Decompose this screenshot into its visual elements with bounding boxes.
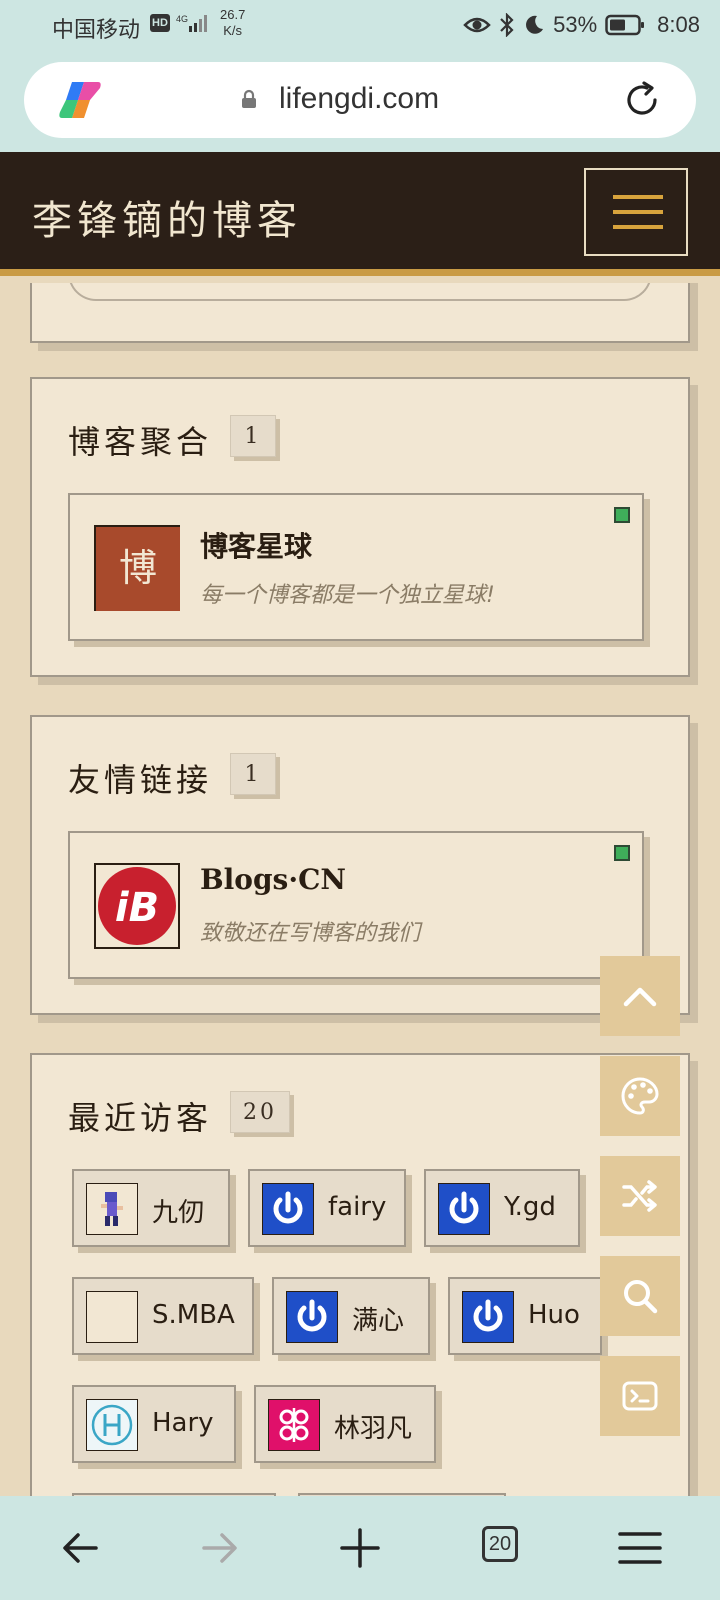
visitor-avatar — [286, 1291, 338, 1343]
random-button[interactable] — [600, 1156, 680, 1236]
count-badge: 1 — [230, 753, 276, 795]
address-bar[interactable]: lifengdi.com — [24, 62, 696, 138]
carrier-name: 中国移动 — [52, 17, 141, 42]
visitor-avatar — [262, 1183, 314, 1235]
moon-icon — [526, 15, 544, 34]
site-title[interactable]: 李锋镝的博客 — [32, 188, 302, 246]
shuffle-icon — [622, 1180, 657, 1212]
count-badge: 20 — [230, 1091, 290, 1133]
browser-toolbar: lifengdi.com — [0, 50, 720, 152]
forward-arrow-icon[interactable] — [192, 1520, 248, 1576]
visitor-item[interactable]: 九仞 — [72, 1169, 230, 1247]
previous-card-input — [68, 283, 652, 301]
terminal-button[interactable] — [600, 1356, 680, 1436]
power-icon — [449, 1191, 479, 1224]
search-icon — [624, 1280, 658, 1314]
clock: 8:08 — [657, 12, 700, 37]
power-icon — [297, 1299, 327, 1332]
battery-icon — [605, 14, 645, 36]
palette-icon — [621, 1077, 659, 1115]
arrow-up-icon — [623, 987, 657, 1007]
online-indicator — [614, 845, 630, 861]
link-description: 致敬还在写博客的我们 — [200, 921, 421, 946]
pattern-avatar-icon — [279, 1408, 309, 1442]
terminal-icon — [622, 1381, 658, 1411]
bluetooth-icon — [500, 13, 514, 37]
visitor-name: Huo — [528, 1300, 580, 1330]
speed-unit: K/s — [223, 23, 243, 38]
plus-icon[interactable] — [332, 1520, 388, 1576]
link-name[interactable]: Blogs·CN — [200, 863, 346, 896]
visitor-item[interactable]: Hary — [72, 1385, 236, 1463]
visitor-avatar — [86, 1399, 138, 1451]
blogs-cn-logo-icon: iB — [98, 867, 176, 945]
visitor-item[interactable]: 满心 — [272, 1277, 430, 1355]
theme-button[interactable] — [600, 1056, 680, 1136]
url-text[interactable]: lifengdi.com — [279, 82, 439, 116]
refresh-icon[interactable] — [622, 80, 662, 120]
visitor-item[interactable]: Y.gd — [424, 1169, 580, 1247]
visitor-avatar — [86, 1291, 138, 1343]
signal-icon: 4G — [176, 14, 207, 32]
visitor-item[interactable]: Huo — [448, 1277, 602, 1355]
back-arrow-icon[interactable] — [52, 1520, 108, 1576]
link-description: 每一个博客都是一个独立星球! — [200, 583, 495, 608]
visitor-avatar — [462, 1291, 514, 1343]
menu-line — [613, 195, 663, 199]
back-to-top-button[interactable] — [600, 956, 680, 1036]
status-right: 53% 8:08 — [463, 10, 700, 40]
pixel-character-icon — [101, 1192, 123, 1226]
visitor-item[interactable]: S.MBA — [72, 1277, 254, 1355]
page-content[interactable]: 博客聚合 1 博 博客星球 每一个博客都是一个独立星球! 友情链接 1 iB B… — [0, 283, 720, 1496]
copilot-icon[interactable] — [58, 80, 104, 120]
visitor-item[interactable]: fairy — [248, 1169, 406, 1247]
card-title: 友情链接 — [68, 761, 213, 799]
visitor-name: Hary — [152, 1408, 214, 1438]
battery-percent: 53% — [553, 12, 598, 37]
menu-icon[interactable] — [612, 1520, 668, 1576]
avatar: 博 — [94, 525, 180, 611]
link-item-blogs-cn[interactable]: iB Blogs·CN 致敬还在写博客的我们 — [68, 831, 644, 979]
link-name[interactable]: 博客星球 — [200, 525, 312, 565]
power-icon — [273, 1191, 303, 1224]
visitor-name: 林羽凡 — [334, 1414, 413, 1444]
count-badge: 1 — [230, 415, 276, 457]
visitor-name: 满心 — [352, 1306, 405, 1336]
link-item-blog-planet[interactable]: 博 博客星球 每一个博客都是一个独立星球! — [68, 493, 644, 641]
status-bar: 中国移动 HD 4G 26.7 K/s 53% 8:08 — [0, 0, 720, 50]
h-logo-icon — [91, 1404, 133, 1446]
visitor-name: fairy — [328, 1192, 387, 1222]
card-title: 博客聚合 — [68, 423, 213, 461]
blog-aggregation-card: 博客聚合 1 博 博客星球 每一个博客都是一个独立星球! — [30, 377, 690, 677]
visitor-avatar — [268, 1399, 320, 1451]
visitor-name: S.MBA — [152, 1300, 235, 1330]
lock-icon — [242, 89, 256, 108]
search-button[interactable] — [600, 1256, 680, 1336]
site-header: 李锋镝的博客 — [0, 152, 720, 276]
visitor-avatar — [438, 1183, 490, 1235]
menu-line — [613, 225, 663, 229]
visitor-name: 九仞 — [152, 1198, 205, 1228]
recent-visitors-card: 最近访客 20 九仞 fairy Y.gd S.MBA 满心 Huo Hary … — [30, 1053, 690, 1496]
eye-icon — [463, 17, 491, 33]
tabs-icon[interactable]: 20 — [482, 1526, 518, 1562]
visitor-name: Y.gd — [504, 1192, 556, 1222]
power-icon — [473, 1299, 503, 1332]
network-type: 4G — [176, 14, 188, 24]
speed-value: 26.7 — [220, 7, 246, 22]
card-title: 最近访客 — [68, 1099, 213, 1137]
visitor-item[interactable]: 林羽凡 — [254, 1385, 436, 1463]
visitor-avatar — [86, 1183, 138, 1235]
friend-links-card: 友情链接 1 iB Blogs·CN 致敬还在写博客的我们 — [30, 715, 690, 1015]
online-indicator — [614, 507, 630, 523]
hd-icon: HD — [150, 14, 170, 32]
avatar-char: 博 — [118, 546, 157, 590]
previous-card — [30, 283, 690, 343]
avatar-text: iB — [115, 885, 159, 931]
avatar: iB — [94, 863, 180, 949]
menu-button[interactable] — [584, 168, 688, 256]
browser-bottom-bar: 20 — [0, 1496, 720, 1600]
menu-line — [613, 210, 663, 214]
network-speed: 26.7 K/s — [220, 7, 245, 39]
